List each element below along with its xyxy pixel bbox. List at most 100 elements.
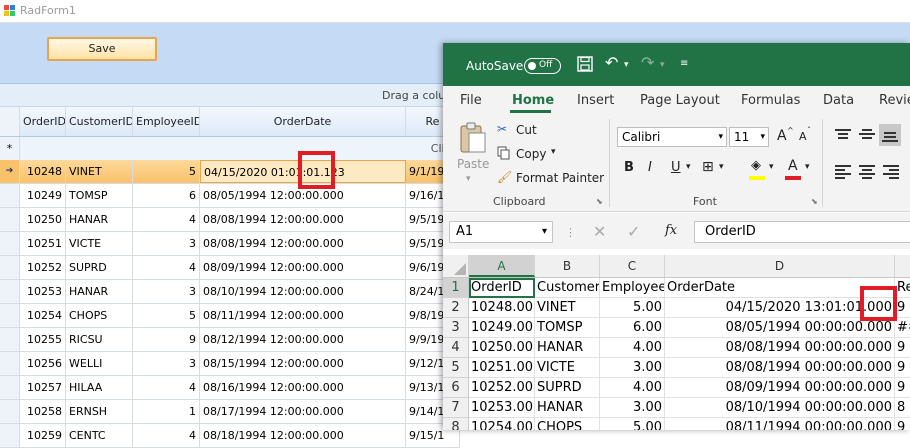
cell-b[interactable]: CustomerI — [535, 278, 600, 298]
customerid-cell[interactable]: HILAA — [66, 376, 133, 399]
formula-input[interactable]: OrderID — [694, 221, 910, 243]
orderid-cell[interactable]: 10250 — [20, 208, 66, 231]
cell-d[interactable]: 08/09/1994 00:00:00.000 — [665, 378, 895, 398]
cell-b[interactable]: HANAR — [535, 398, 600, 418]
cell-d[interactable]: 08/05/1994 00:00:00.000 — [665, 318, 895, 338]
name-box[interactable]: A1 ▾ — [449, 221, 553, 243]
cell-a[interactable]: OrderID — [469, 278, 535, 298]
align-center-icon[interactable] — [859, 164, 875, 179]
customerid-cell[interactable]: RICSU — [66, 328, 133, 351]
font-size-combo[interactable]: 11 ▾ — [729, 127, 769, 147]
save-icon[interactable] — [577, 56, 593, 75]
grid-row[interactable]: 10249 TOMSP 6 08/05/1994 12:00:00.000 9/16/1 — [0, 184, 460, 208]
grid-row[interactable]: 10254 CHOPS 5 08/11/1994 12:00:00.000 9/8/19 — [0, 304, 460, 328]
cell-b[interactable]: SUPRD — [535, 378, 600, 398]
undo-dropdown-icon[interactable]: ▾ — [624, 60, 629, 70]
orderdate-cell[interactable]: 08/18/1994 12:00:00.000 — [200, 424, 406, 447]
cell-a[interactable]: 10251.00 — [469, 358, 535, 378]
bottom-align-icon[interactable] — [879, 124, 901, 146]
orderdate-cell[interactable]: 08/12/1994 12:00:00.000 — [200, 328, 406, 351]
cell-c[interactable]: Employee — [600, 278, 665, 298]
font-launcher-icon[interactable]: ⬊ — [811, 197, 818, 206]
orderdate-cell[interactable]: 08/17/1994 12:00:00.000 — [200, 400, 406, 423]
paste-icon[interactable] — [459, 122, 487, 157]
cell-d[interactable]: 08/11/1994 00:00:00.000 — [665, 418, 895, 430]
column-header-employeeid[interactable]: EmployeeID — [133, 107, 200, 136]
cell-b[interactable]: CHOPS — [535, 418, 600, 430]
cell-b[interactable]: VINET — [535, 298, 600, 318]
customize-toolbar-icon[interactable]: ≡ — [680, 58, 688, 69]
orderid-cell[interactable]: 10253 — [20, 280, 66, 303]
customerid-cell[interactable]: CENTC — [66, 424, 133, 447]
grid-row[interactable]: 10250 HANAR 4 08/08/1994 12:00:00.000 9/5/19 — [0, 208, 460, 232]
orderid-cell[interactable]: 10255 — [20, 328, 66, 351]
align-left-icon[interactable] — [835, 164, 851, 179]
cell-e[interactable]: 9 — [895, 378, 910, 398]
redo-icon[interactable]: ↷ — [641, 53, 654, 72]
cancel-icon[interactable]: ✕ — [593, 222, 606, 241]
tab-page-layout[interactable]: Page Layout — [640, 93, 720, 108]
cell-a[interactable]: 10253.00 — [469, 398, 535, 418]
customerid-cell[interactable]: TOMSP — [66, 184, 133, 207]
tab-file[interactable]: File — [460, 93, 482, 108]
bold-button[interactable]: B — [624, 160, 634, 175]
select-all-corner[interactable] — [443, 255, 469, 277]
row-number[interactable]: 7 — [443, 398, 469, 418]
grid-row[interactable]: 10258 ERNSH 1 08/17/1994 12:00:00.000 9/14/1 — [0, 400, 460, 424]
font-color-dropdown-icon[interactable]: ▾ — [805, 162, 810, 172]
copy-icon[interactable] — [497, 146, 511, 163]
grid-row[interactable]: 10257 HILAA 4 08/16/1994 12:00:00.000 9/13/1 — [0, 376, 460, 400]
column-header-customerid[interactable]: CustomerID — [66, 107, 133, 136]
cell-e[interactable]: 9 — [895, 298, 910, 318]
grid-row[interactable]: 10256 WELLI 3 08/15/1994 12:00:00.000 9/12/1 — [0, 352, 460, 376]
orderid-cell[interactable]: 10256 — [20, 352, 66, 375]
tab-review[interactable]: Revie — [879, 93, 910, 108]
cut-button[interactable]: Cut — [516, 123, 537, 137]
customerid-cell[interactable]: HANAR — [66, 208, 133, 231]
row-number[interactable]: 3 — [443, 318, 469, 338]
cell-e[interactable]: 9 — [895, 338, 910, 358]
cell-a[interactable]: 10248.00 — [469, 298, 535, 318]
employeeid-cell[interactable]: 3 — [133, 352, 200, 375]
orderid-cell[interactable]: 10254 — [20, 304, 66, 327]
column-header-d[interactable]: D — [665, 255, 895, 277]
row-number[interactable]: 4 — [443, 338, 469, 358]
cell-e[interactable]: 9 — [895, 418, 910, 430]
row-number[interactable]: 2 — [443, 298, 469, 318]
column-header-orderdate[interactable]: OrderDate — [200, 107, 406, 136]
cell-d[interactable]: 08/08/1994 00:00:00.000 — [665, 338, 895, 358]
grid-row[interactable]: 10253 HANAR 3 08/10/1994 12:00:00.000 8/24/1 — [0, 280, 460, 304]
orderid-cell[interactable]: 10257 — [20, 376, 66, 399]
employeeid-cell[interactable]: 5 — [133, 160, 200, 183]
clipboard-launcher-icon[interactable]: ⬊ — [596, 197, 603, 206]
column-header-a[interactable]: A — [469, 255, 535, 277]
orderid-cell[interactable]: 10248 — [20, 160, 66, 183]
employeeid-cell[interactable]: 9 — [133, 328, 200, 351]
enter-icon[interactable]: ✓ — [627, 222, 640, 241]
column-header-c[interactable]: C — [600, 255, 665, 277]
cell-a[interactable]: 10254.00 — [469, 418, 535, 430]
cell-c[interactable]: 5.00 — [600, 298, 665, 318]
cell-a[interactable]: 10252.00 — [469, 378, 535, 398]
borders-icon[interactable]: ⊞ — [702, 159, 714, 175]
paste-dropdown-icon[interactable]: ▾ — [466, 174, 471, 184]
cell-d[interactable]: 08/08/1994 00:00:00.000 — [665, 358, 895, 378]
italic-button[interactable]: I — [648, 160, 652, 175]
row-number[interactable]: 8 — [443, 418, 469, 430]
grid-row[interactable]: 10259 CENTC 4 08/18/1994 12:00:00.000 9/15/1 — [0, 424, 460, 448]
paste-button[interactable]: Paste — [457, 157, 489, 171]
underline-button[interactable]: U — [671, 160, 681, 175]
cell-c[interactable]: 6.00 — [600, 318, 665, 338]
column-header-b[interactable]: B — [535, 255, 600, 277]
orderid-cell[interactable]: 10259 — [20, 424, 66, 447]
cell-c[interactable]: 4.00 — [600, 378, 665, 398]
cell-e[interactable]: ## — [895, 318, 910, 338]
employeeid-cell[interactable]: 4 — [133, 424, 200, 447]
cell-a[interactable]: 10250.00 — [469, 338, 535, 358]
tab-insert[interactable]: Insert — [577, 93, 614, 108]
customerid-cell[interactable]: VINET — [66, 160, 133, 183]
cell-a[interactable]: 10249.00 — [469, 318, 535, 338]
format-painter-icon[interactable]: 🖌 — [497, 170, 512, 184]
employeeid-cell[interactable]: 3 — [133, 280, 200, 303]
orderid-cell[interactable]: 10258 — [20, 400, 66, 423]
